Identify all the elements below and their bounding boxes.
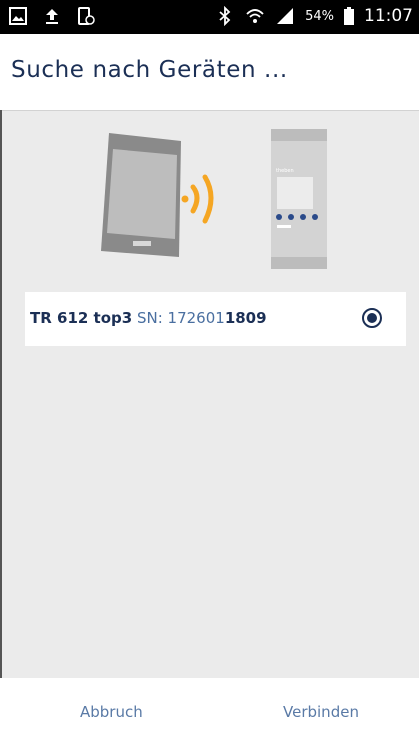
upload-icon bbox=[46, 9, 58, 24]
battery-icon bbox=[344, 7, 354, 25]
phone-clock-icon bbox=[78, 7, 95, 25]
smartphone-icon bbox=[101, 133, 181, 257]
cancel-button[interactable]: Abbruch bbox=[80, 703, 143, 721]
battery-percentage: 54% bbox=[305, 8, 334, 24]
device-list-item[interactable]: TR 612 top3 SN: 1726011809 bbox=[25, 292, 406, 346]
device-radio-button[interactable] bbox=[362, 308, 382, 328]
connect-button[interactable]: Verbinden bbox=[283, 703, 359, 721]
connection-illustration: theben bbox=[101, 129, 327, 269]
device-brand-label: theben bbox=[276, 168, 294, 174]
device-name: TR 612 top3 bbox=[30, 309, 133, 327]
device-info: TR 612 top3 SN: 1726011809 bbox=[30, 309, 267, 327]
wifi-icon bbox=[246, 9, 264, 23]
serial-number-suffix: 1809 bbox=[224, 309, 267, 327]
wireless-signal-icon bbox=[181, 174, 214, 224]
clock: 11:07 bbox=[364, 6, 413, 26]
timer-device-icon: theben bbox=[271, 129, 327, 269]
radio-selected-dot bbox=[367, 313, 377, 323]
page-title: Suche nach Geräten ... bbox=[11, 57, 288, 83]
bluetooth-icon bbox=[219, 6, 231, 26]
serial-number-label: SN: bbox=[136, 309, 163, 327]
bottom-action-bar: Abbruch Verbinden bbox=[0, 678, 419, 740]
image-icon bbox=[9, 7, 27, 25]
window-edge bbox=[0, 110, 2, 740]
app-bar: Suche nach Geräten ... bbox=[0, 34, 419, 111]
status-bar: 54% 11:07 bbox=[0, 0, 419, 34]
signal-icon bbox=[277, 8, 294, 24]
serial-number-prefix: 172601 bbox=[167, 309, 225, 327]
